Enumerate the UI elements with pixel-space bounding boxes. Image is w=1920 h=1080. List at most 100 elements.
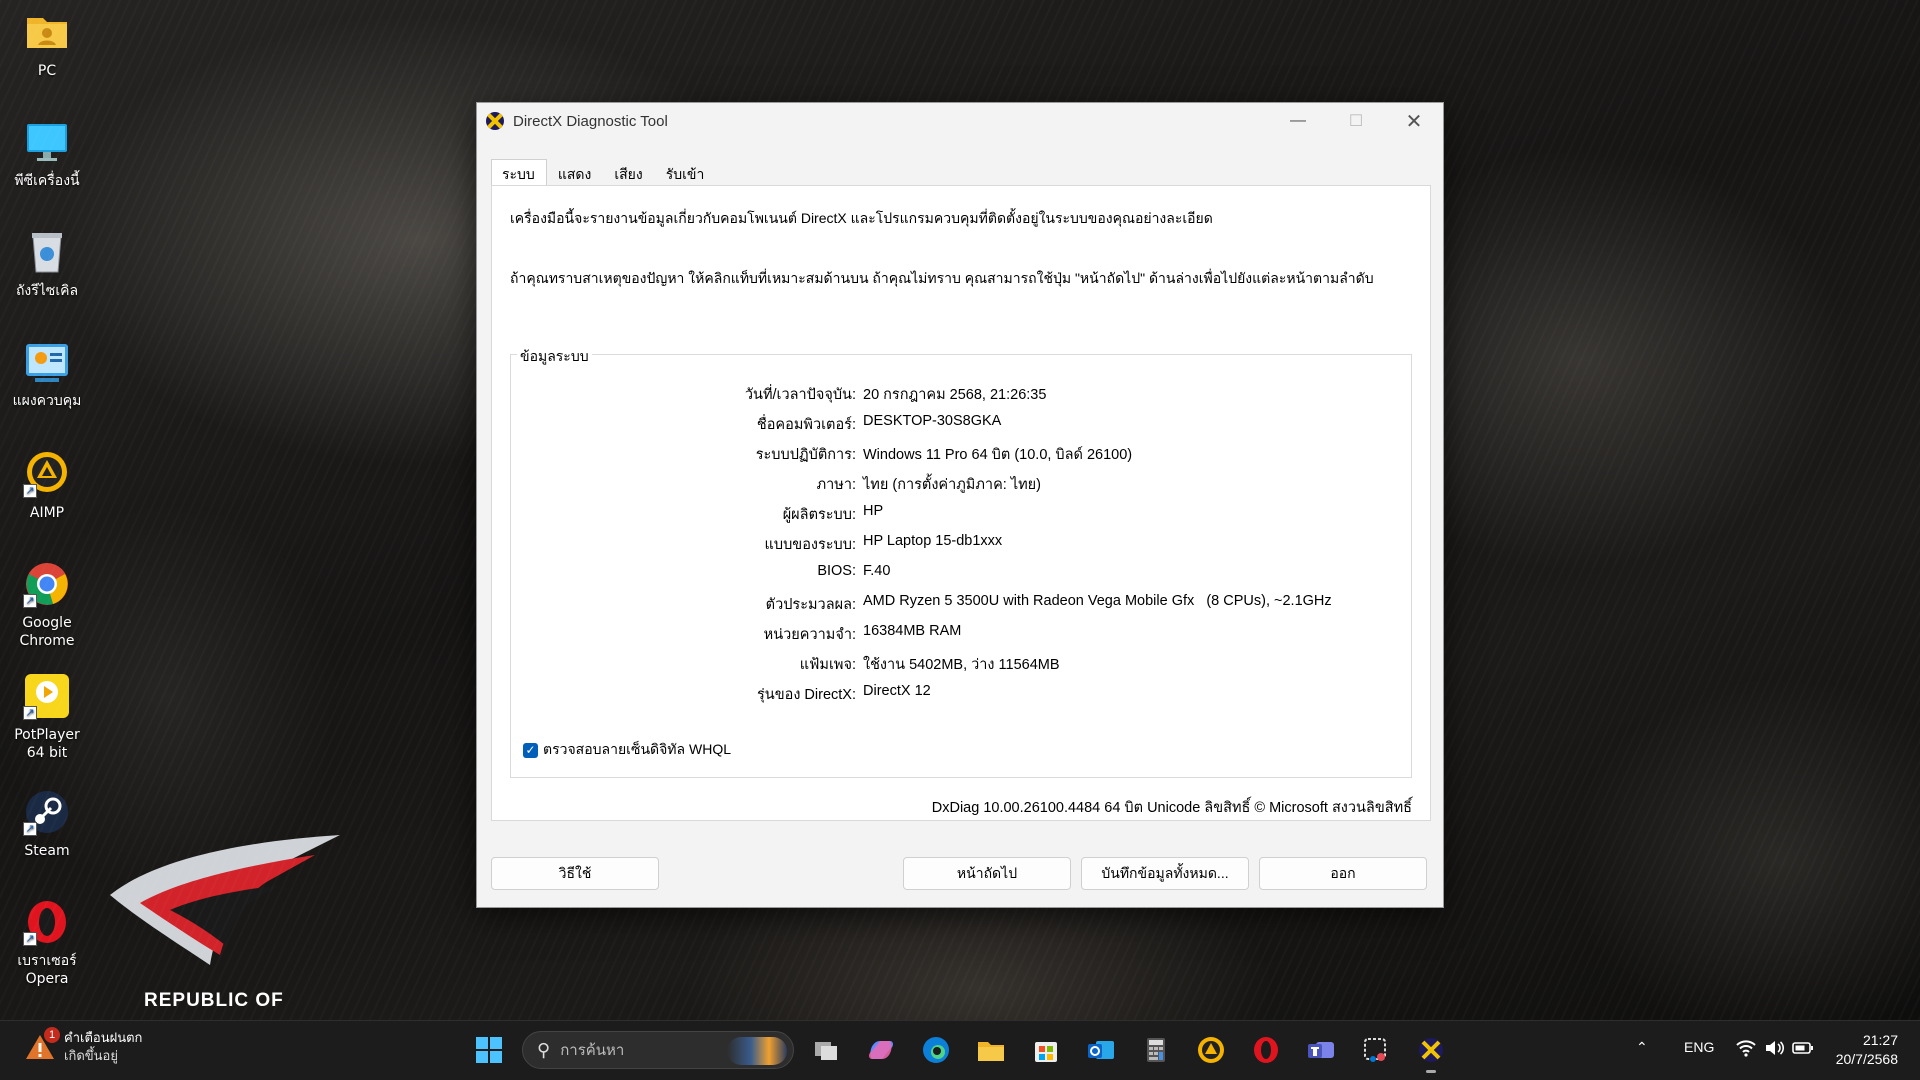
desktop-icon-label: PotPlayer 64 bit (14, 727, 80, 761)
dxdiag-version-text: DxDiag 10.00.26100.4484 64 บิต Unicode ล… (931, 800, 1412, 816)
whql-checkbox[interactable]: ✓ (523, 742, 538, 758)
desktop-icon-steam[interactable]: ↗ Steam (2, 788, 92, 860)
opera-icon: ↗ (23, 898, 71, 946)
next-page-button[interactable]: หน้าถัดไป (903, 857, 1071, 890)
info-row-language: ภาษา: ไทย (การตั้งค่าภูมิภาค: ไทย) (511, 473, 1411, 495)
desktop-icon-recycle-bin[interactable]: ถังรีไซเคิล (2, 228, 92, 300)
info-value: DESKTOP-30S8GKA (863, 413, 1002, 429)
clock-date: 20/7/2568 (1835, 1051, 1898, 1067)
rog-wallpaper-logo: REPUBLIC OF (100, 835, 350, 1020)
search-placeholder: การค้นหา (560, 1042, 625, 1059)
monitor-icon (23, 118, 71, 166)
notification-badge: 1 (44, 1027, 60, 1043)
show-hidden-icons-chevron-icon[interactable]: ⌃ (1636, 1039, 1648, 1056)
system-tray: ⌃ ENG 21:27 20/7/2568 (1620, 1021, 1920, 1080)
copilot-icon[interactable] (864, 1033, 898, 1067)
info-value: 20 กรกฎาคม 2568, 21:26:35 (863, 387, 1047, 403)
exit-button[interactable]: ออก (1259, 857, 1427, 890)
file-explorer-icon[interactable] (974, 1033, 1008, 1067)
info-row-manufacturer: ผู้ผลิตระบบ: HP (511, 503, 1411, 525)
aimp-taskbar-icon[interactable] (1194, 1033, 1228, 1067)
maximize-icon: ☐ (1348, 113, 1364, 130)
microsoft-store-icon[interactable] (1029, 1033, 1063, 1067)
info-label: แบบของระบบ: (764, 537, 856, 553)
info-label: วันที่/เวลาปัจจุบัน: (744, 387, 856, 403)
info-value: AMD Ryzen 5 3500U with Radeon Vega Mobil… (863, 593, 1332, 609)
info-value: DirectX 12 (863, 683, 931, 699)
tab-sound[interactable]: เสียง (603, 161, 654, 185)
intro-text-1: เครื่องมือนี้จะรายงานข้อมูลเกี่ยวกับคอมโ… (510, 210, 1213, 226)
desktop-icon-label: พีซีเครื่องนี้ (14, 173, 80, 189)
system-tab-panel: เครื่องมือนี้จะรายงานข้อมูลเกี่ยวกับคอมโ… (491, 185, 1431, 821)
info-label: แฟ้มเพจ: (799, 657, 856, 673)
tab-input[interactable]: รับเข้า (655, 161, 717, 185)
desktop-icon-label: แผงควบคุม (12, 393, 82, 409)
info-value: Windows 11 Pro 64 บิต (10.0, บิลด์ 26100… (863, 447, 1133, 463)
tab-display[interactable]: แสดง (547, 161, 604, 185)
opera-taskbar-icon[interactable] (1249, 1033, 1283, 1067)
wifi-icon[interactable] (1736, 1039, 1756, 1060)
close-icon: ✕ (1405, 110, 1423, 133)
search-highlight-icon (727, 1037, 787, 1065)
dxdiag-window: DirectX Diagnostic Tool — ☐ ✕ ระบบ แสดง … (476, 102, 1444, 908)
control-panel-icon (23, 338, 71, 386)
save-all-info-button[interactable]: บันทึกข้อมูลทั้งหมด... (1081, 857, 1249, 890)
language-indicator[interactable]: ENG (1684, 1039, 1714, 1055)
info-row-os: ระบบปฏิบัติการ: Windows 11 Pro 64 บิต (10… (511, 443, 1411, 465)
info-row-computer-name: ชื่อคอมพิวเตอร์: DESKTOP-30S8GKA (511, 413, 1411, 435)
shortcut-arrow-icon: ↗ (23, 932, 37, 946)
info-label: BIOS: (817, 563, 856, 579)
desktop-icon-opera[interactable]: ↗ เบราเซอร์ Opera (2, 898, 92, 988)
info-row-bios: BIOS: F.40 (511, 563, 1411, 585)
desktop-icon-label: PC (37, 63, 57, 79)
calculator-icon[interactable] (1139, 1033, 1173, 1067)
edge-icon[interactable] (919, 1033, 953, 1067)
outlook-icon[interactable] (1084, 1033, 1118, 1067)
close-button[interactable]: ✕ (1385, 103, 1443, 139)
group-title: ข้อมูลระบบ (517, 346, 592, 368)
active-app-indicator (1426, 1070, 1436, 1073)
desktop-icon-aimp[interactable]: ↗ AIMP (2, 450, 92, 522)
directx-taskbar-icon[interactable] (1414, 1033, 1448, 1073)
shortcut-arrow-icon: ↗ (23, 484, 37, 498)
desktop-icon-label: Google Chrome (19, 615, 75, 649)
minimize-button[interactable]: — (1269, 103, 1327, 139)
rain-warning-icon: 1 (24, 1027, 60, 1063)
teams-icon[interactable] (1304, 1033, 1338, 1067)
help-button[interactable]: วิธีใช้ (491, 857, 659, 890)
task-view-icon[interactable] (809, 1033, 843, 1067)
taskbar-search[interactable]: ⚲ การค้นหา (522, 1031, 794, 1069)
battery-icon[interactable] (1792, 1039, 1814, 1060)
weather-widget[interactable]: 1 คำเตือนฝนตก เกิดขึ้นอยู่ (24, 1027, 142, 1065)
shortcut-arrow-icon: ↗ (23, 706, 37, 720)
maximize-button[interactable]: ☐ (1327, 103, 1385, 139)
info-row-directx-version: รุ่นของ DirectX: DirectX 12 (511, 683, 1411, 705)
desktop-icon-potplayer[interactable]: ↗ PotPlayer 64 bit (2, 672, 92, 762)
info-row-model: แบบของระบบ: HP Laptop 15-db1xxx (511, 533, 1411, 555)
title-bar[interactable]: DirectX Diagnostic Tool — ☐ ✕ (477, 103, 1443, 139)
snipping-tool-icon[interactable] (1359, 1033, 1393, 1067)
volume-icon[interactable] (1764, 1039, 1785, 1060)
system-info-group: ข้อมูลระบบ วันที่/เวลาปัจจุบัน: 20 กรกฎาค… (510, 346, 1412, 778)
whql-checkbox-row[interactable]: ✓ ตรวจสอบลายเซ็นดิจิทัล WHQL (523, 739, 731, 761)
desktop-icon-this-pc[interactable]: พีซีเครื่องนี้ (2, 118, 92, 190)
desktop-icon-pc[interactable]: PC (2, 8, 92, 80)
clock[interactable]: 21:27 20/7/2568 (1836, 1031, 1898, 1069)
minimize-icon: — (1290, 112, 1306, 129)
recycle-bin-icon (23, 228, 71, 276)
desktop-icon-control-panel[interactable]: แผงควบคุม (2, 338, 92, 410)
info-label: ระบบปฏิบัติการ: (755, 447, 856, 463)
start-button[interactable] (472, 1033, 506, 1067)
info-value: 16384MB RAM (863, 623, 962, 639)
desktop-icon-google-chrome[interactable]: ↗ Google Chrome (2, 560, 92, 650)
info-value: HP Laptop 15-db1xxx (863, 533, 1003, 549)
window-title: DirectX Diagnostic Tool (513, 112, 668, 130)
desktop-icon-label: เบราเซอร์ Opera (17, 953, 77, 987)
potplayer-icon: ↗ (23, 672, 71, 720)
info-label: ผู้ผลิตระบบ: (782, 507, 856, 523)
shortcut-arrow-icon: ↗ (23, 822, 37, 836)
desktop-icon-label: AIMP (29, 505, 65, 521)
clock-time: 21:27 (1862, 1032, 1898, 1048)
desktop-icon-label: Steam (24, 843, 70, 859)
tab-system[interactable]: ระบบ (491, 159, 547, 185)
